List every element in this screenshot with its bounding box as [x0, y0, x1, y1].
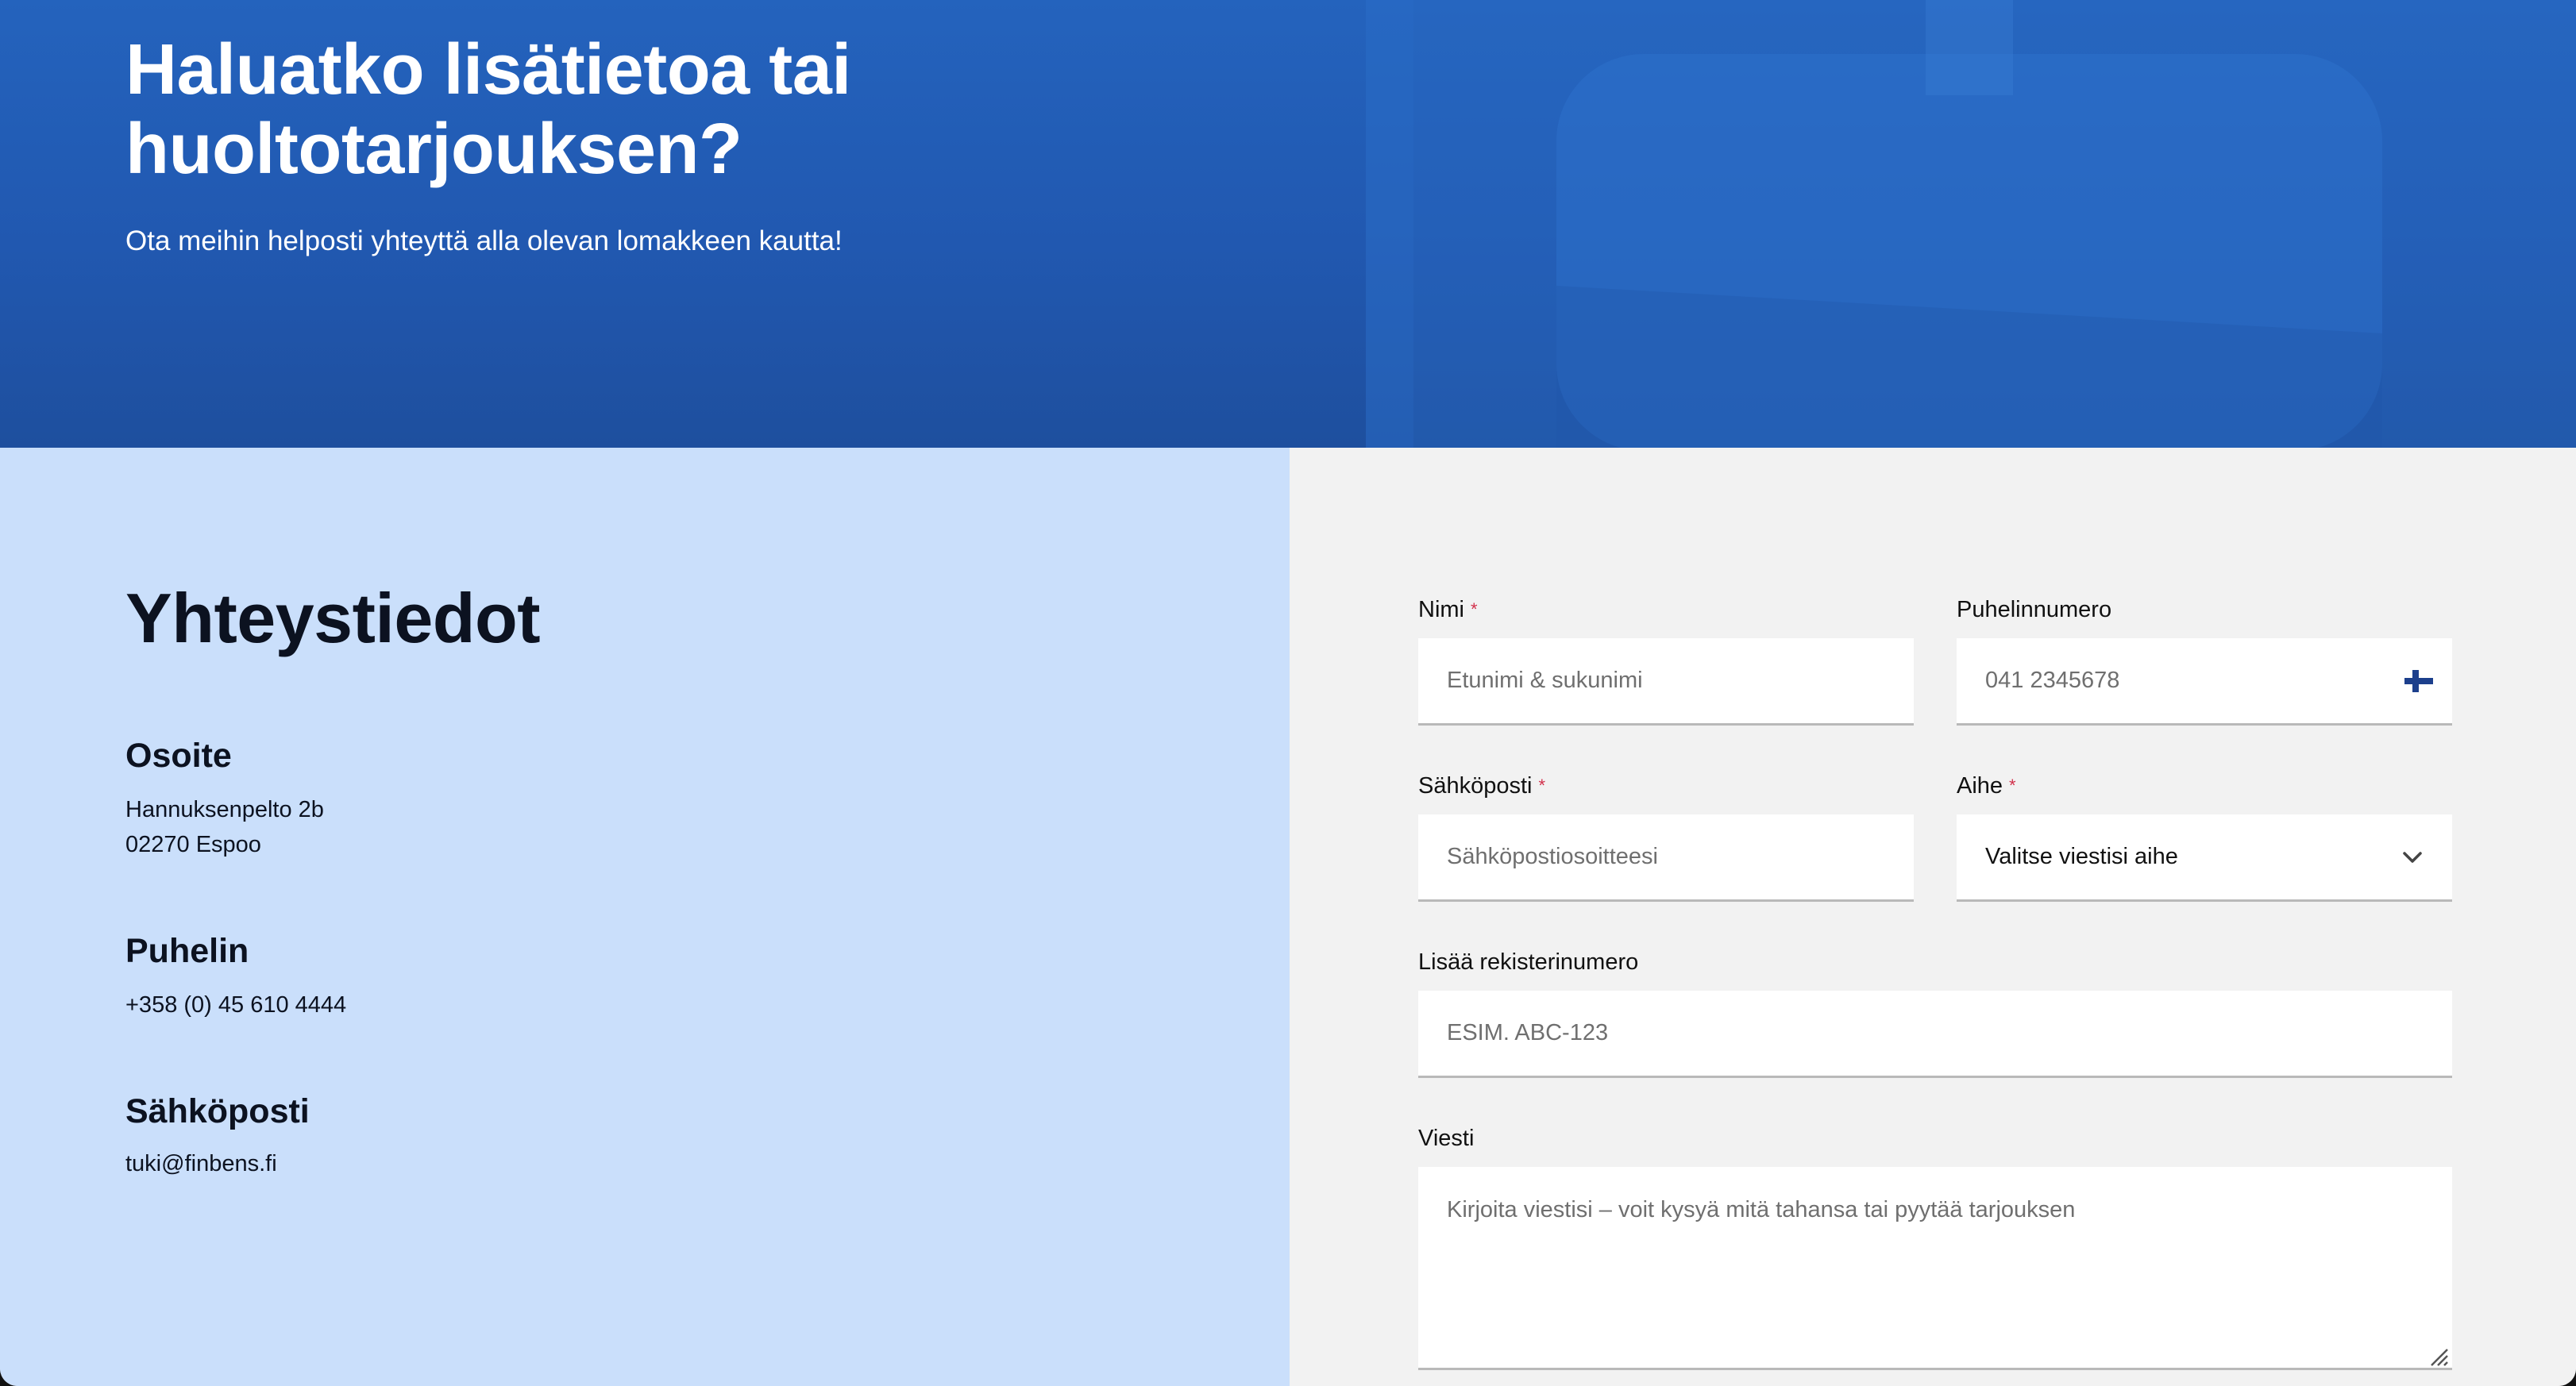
name-label: Nimi * [1418, 595, 1478, 624]
message-label: Viesti [1418, 1126, 1475, 1151]
email-address: tuki@finbens.fi [125, 1151, 277, 1176]
phone-input[interactable] [1957, 638, 2452, 726]
required-mark: * [1471, 599, 1478, 619]
chevron-down-icon [2403, 851, 2422, 863]
page-title-line2: huoltotarjouksen? [125, 110, 742, 189]
contact-page: Haluatko lisätietoa tai huoltotarjouksen… [0, 0, 2576, 1386]
address-heading: Osoite [125, 737, 232, 775]
contact-info-panel: Yhteystiedot Osoite Hannuksenpelto 2b 02… [0, 448, 1290, 1386]
email-heading: Sähköposti [125, 1092, 310, 1130]
phone-label: Puhelinnumero [1957, 597, 2112, 622]
page-title-line1: Haluatko lisätietoa tai [125, 30, 851, 110]
contact-form: Nimi * Puhelinnumero Sähköposti * Aihe * Va… [1290, 448, 2576, 1386]
address-city: 02270 Espoo [125, 832, 261, 857]
phone-heading: Puhelin [125, 932, 249, 970]
page-subtitle: Ota meihin helposti yhteyttä alla olevan… [125, 225, 843, 256]
email-label-text: Sähköposti [1418, 773, 1533, 799]
required-mark: * [1538, 776, 1546, 795]
phone-field-wrapper [1957, 638, 2452, 726]
resize-handle-icon[interactable] [2427, 1345, 2449, 1367]
subject-label-text: Aihe [1957, 773, 2003, 799]
message-textarea[interactable] [1418, 1167, 2452, 1370]
subject-select[interactable]: Valitse viestisi aihe [1957, 814, 2452, 902]
subject-selected-value: Valitse viestisi aihe [1985, 844, 2178, 869]
subject-label: Aihe * [1957, 772, 2016, 800]
phone-number: +358 (0) 45 610 4444 [125, 992, 347, 1018]
contact-info-title: Yhteystiedot [125, 579, 541, 657]
name-label-text: Nimi [1418, 597, 1464, 622]
registration-label: Lisää rekisterinumero [1418, 949, 1639, 975]
email-input[interactable] [1418, 814, 1914, 902]
registration-input[interactable] [1418, 991, 2452, 1078]
hero-banner: Haluatko lisätietoa tai huoltotarjouksen… [0, 0, 2576, 448]
address-text: Hannuksenpelto 2b 02270 Espoo [125, 792, 324, 862]
address-street: Hannuksenpelto 2b [125, 797, 324, 822]
page-title: Haluatko lisätietoa tai huoltotarjouksen… [125, 30, 851, 189]
email-label: Sähköposti * [1418, 772, 1545, 800]
name-input[interactable] [1418, 638, 1914, 726]
finland-flag-icon[interactable] [2404, 670, 2433, 692]
required-mark: * [2009, 776, 2016, 795]
